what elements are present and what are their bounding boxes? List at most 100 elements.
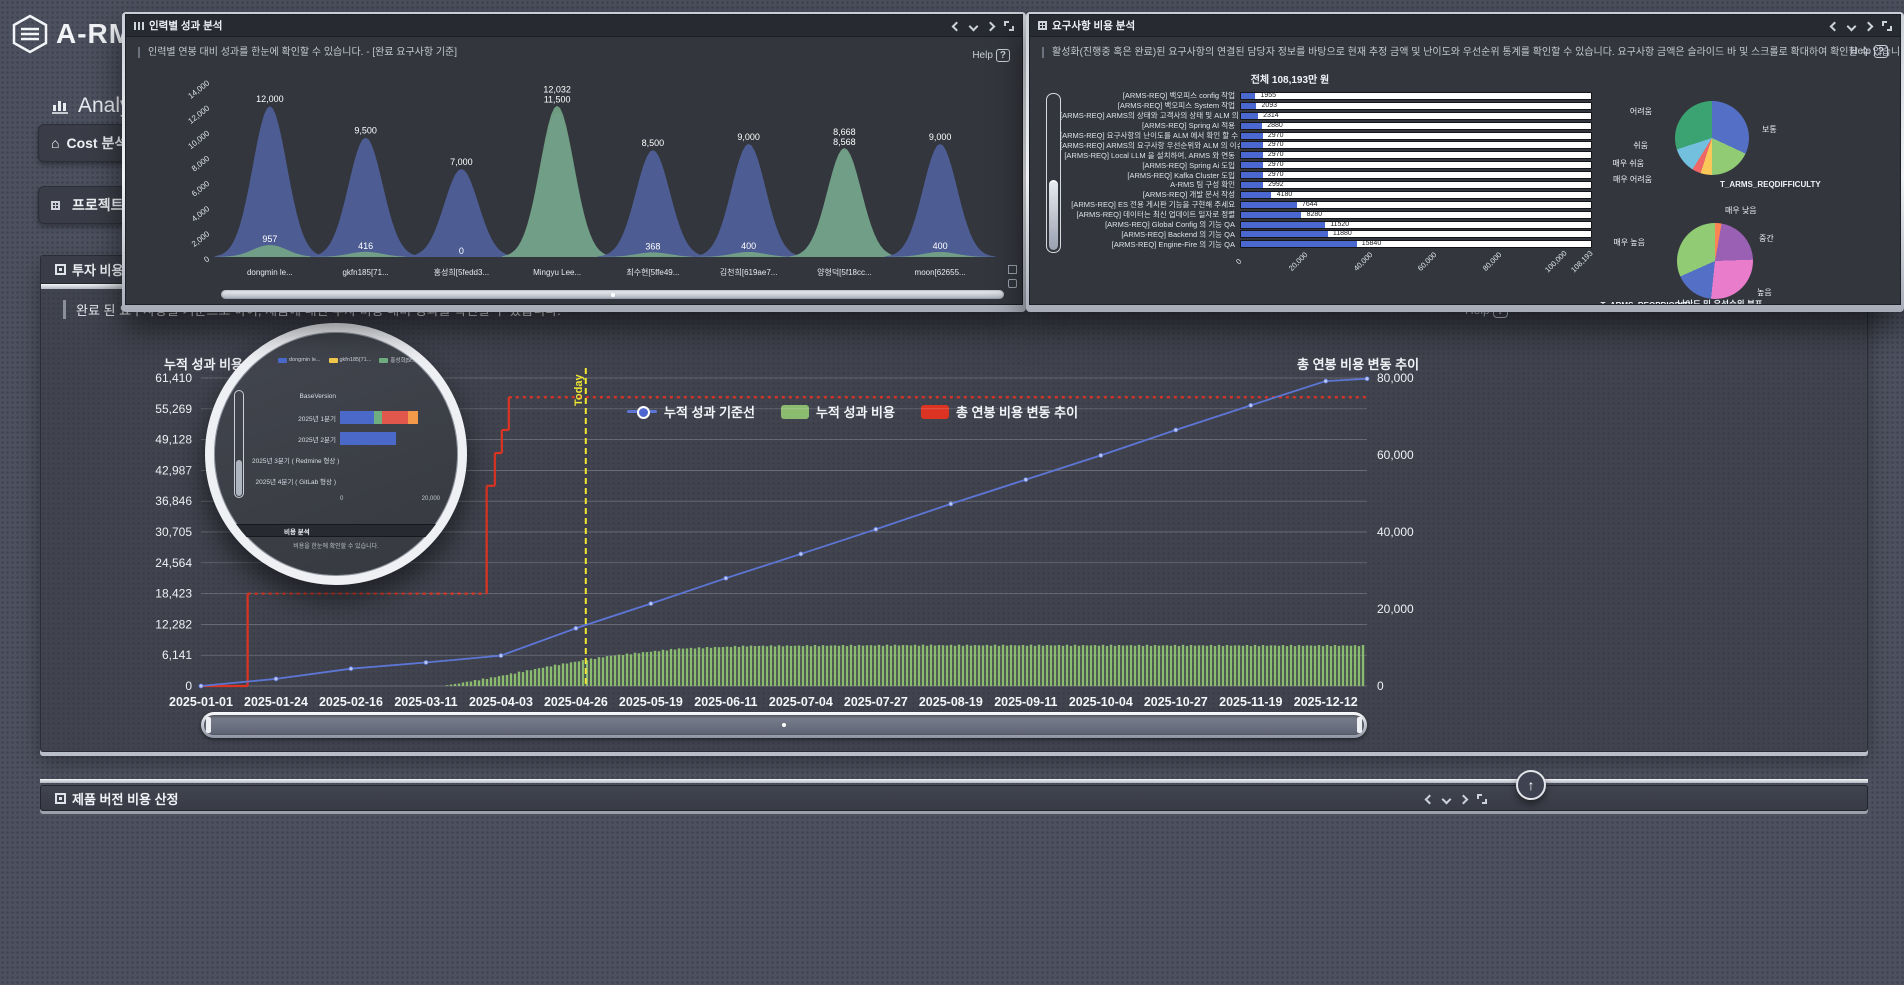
right-y-tick: 60,000: [1377, 448, 1414, 462]
bell-y-tick: 8,000: [190, 154, 212, 174]
chevron-right-icon[interactable]: [986, 21, 996, 31]
req-bar-value: 8280: [1307, 211, 1323, 219]
magnifier-mini-slider: [234, 390, 244, 498]
req-bar-track: 2093: [1240, 102, 1592, 110]
bell-value-label: 8,668: [833, 127, 856, 137]
magnifier-bar: [340, 390, 440, 403]
req-bar-fill: [1241, 241, 1357, 247]
baseline-point: [574, 626, 578, 630]
bars-icon: [134, 22, 144, 30]
expand-icon[interactable]: [1882, 21, 1892, 31]
legend-item-salary-trend[interactable]: 총 연봉 비용 변동 추이: [921, 402, 1078, 421]
req-bar-value: 2970: [1268, 161, 1284, 169]
legend-item-perf-cost[interactable]: 누적 성과 비용: [781, 402, 895, 421]
bell-value-label: 400: [741, 241, 756, 251]
req-bar-track: 4180: [1240, 191, 1592, 199]
chevron-down-icon[interactable]: [1442, 794, 1452, 804]
performance-bell: [788, 148, 900, 257]
bell-y-tick: 2,000: [190, 229, 212, 249]
req-bar-value: 1955: [1261, 92, 1277, 100]
baseline-point: [274, 677, 278, 681]
restore-zoom-icon[interactable]: [1008, 265, 1017, 274]
expand-icon[interactable]: [1004, 21, 1014, 31]
analysis-icon: [52, 98, 70, 114]
bell-value-label: 9,500: [354, 126, 377, 136]
chevron-right-icon[interactable]: [1864, 21, 1874, 31]
magnifier-row: 2025년 2분기: [252, 428, 440, 449]
pie-slice-label: 중간: [1759, 233, 1774, 244]
req-panel-frame: 요구사항 비용 분석 활성화(진행중 혹은 완료)된 요구사항의 연결된 담당자…: [1026, 12, 1904, 312]
bottom-splitter[interactable]: [40, 779, 1868, 783]
home-icon: ⌂: [51, 135, 59, 151]
magnifier-row-label: BaseVersion: [252, 393, 340, 400]
magnifier-footer-desc: 비용을 한눈에 확인할 수 있습니다.: [214, 541, 458, 550]
slider-right-handle[interactable]: [1357, 717, 1362, 733]
chevron-left-icon[interactable]: [1425, 794, 1435, 804]
legend-item-baseline[interactable]: 누적 성과 기준선: [627, 402, 755, 421]
baseline-point: [949, 502, 953, 506]
chevron-down-icon[interactable]: [969, 21, 979, 31]
left-y-tick: 55,269: [155, 402, 192, 416]
req-bar-value: 2314: [1263, 112, 1279, 120]
baseline-point: [1174, 428, 1178, 432]
req-x-tick: 100,000: [1543, 249, 1569, 275]
req-bar-fill: [1241, 231, 1328, 237]
magnifier-bar: [340, 411, 440, 424]
req-bar-chart: [ARMS-REQ] 백오피스 config 작업1955[ARMS-REQ] …: [1060, 91, 1592, 249]
slider-thumb[interactable]: [1049, 180, 1058, 250]
x-date-label: 2025-01-24: [244, 695, 308, 709]
req-bar-track: 2970: [1240, 151, 1592, 159]
panel-header[interactable]: 요구사항 비용 분석: [1030, 15, 1900, 37]
baseline-point: [874, 527, 878, 531]
magnifier-bar-segment: [374, 411, 382, 424]
slider-left-handle[interactable]: [206, 717, 211, 733]
left-y-tick: 61,410: [155, 371, 192, 385]
baseline-point: [724, 576, 728, 580]
left-y-tick: 36,846: [155, 494, 192, 508]
bell-y-tick: 6,000: [190, 179, 212, 199]
person-category-label: gkfn185[71...: [342, 268, 388, 277]
panel-header[interactable]: 인력별 성과 분석: [126, 15, 1022, 37]
chart-range-slider[interactable]: [201, 712, 1367, 738]
req-bar-track: 15840: [1240, 240, 1592, 248]
people-panel-frame: 인력별 성과 분석 인력별 연봉 대비 성과를 한눈에 확인할 수 있습니다. …: [122, 12, 1026, 312]
magnifier-row: 2025년 4분기 ( GitLab 형상 ): [252, 470, 440, 491]
left-y-tick: 42,987: [155, 463, 192, 477]
req-bar-track: 8280: [1240, 211, 1592, 219]
magnifier-row-label: 2025년 4분기 ( GitLab 형상 ): [252, 476, 340, 486]
left-axis-title: 누적 성과 비용: [164, 354, 243, 373]
pie-slice-label: 매우 쉬움: [1612, 158, 1644, 169]
people-chart-scrollbar[interactable]: [221, 290, 1004, 299]
panel-title: 요구사항 비용 분석: [1052, 18, 1135, 33]
scroll-to-top-button[interactable]: ↑: [1516, 770, 1546, 800]
req-x-tick: 20,000: [1287, 250, 1310, 273]
req-bar-track: 7644: [1240, 201, 1592, 209]
right-y-tick: 40,000: [1377, 525, 1414, 539]
expand-icon[interactable]: [1477, 794, 1487, 804]
help-button[interactable]: Help?: [1850, 45, 1888, 58]
x-date-label: 2025-03-11: [394, 695, 457, 709]
req-zoom-slider[interactable]: [1046, 93, 1061, 253]
magnifier-legend-chip: 홍성희[5f...: [379, 356, 416, 364]
baseline-point: [1249, 403, 1253, 407]
left-y-tick: 6,141: [162, 648, 192, 662]
grid-icon: [1038, 21, 1047, 30]
chevron-down-icon[interactable]: [1847, 21, 1857, 31]
req-bar-track: 2314: [1240, 112, 1592, 120]
req-bar-track: 2992: [1240, 181, 1592, 189]
chevron-left-icon[interactable]: [1830, 21, 1840, 31]
save-view-icon[interactable]: [1008, 279, 1017, 288]
magnifier-row-label: 2025년 1분기: [252, 413, 340, 423]
panel-controls: [1831, 21, 1892, 31]
magnifier-row-label: 2025년 2분기: [252, 434, 340, 444]
req-bar-fill: [1241, 93, 1255, 99]
req-bar-value: 2970: [1268, 171, 1284, 179]
chevron-left-icon[interactable]: [952, 21, 962, 31]
total-amount-label: 전체 108,193만 원: [1090, 71, 1490, 86]
pie-chart-priority: [1677, 223, 1753, 299]
product-version-section-header[interactable]: 제품 버전 비용 산정: [40, 785, 1868, 811]
baseline-point: [349, 667, 353, 671]
x-date-label: 2025-12-12: [1294, 695, 1358, 709]
x-date-label: 2025-01-01: [169, 695, 233, 709]
chevron-right-icon[interactable]: [1459, 794, 1469, 804]
